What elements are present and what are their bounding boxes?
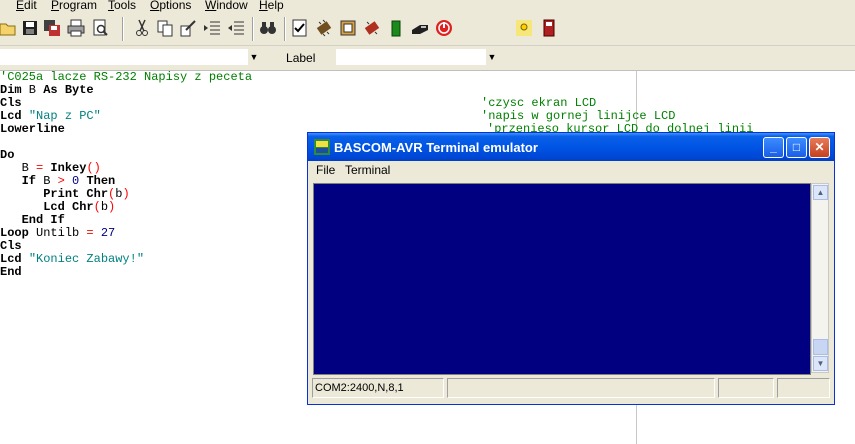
indent-icon — [204, 21, 220, 35]
copy-icon — [157, 20, 173, 37]
window-title: BASCOM-AVR Terminal emulator — [334, 140, 538, 155]
syntax-check-button[interactable] — [290, 18, 310, 38]
chevron-down-icon: ▼ — [816, 359, 825, 368]
label-toolbar: ▼ Label ▼ — [0, 46, 855, 71]
paste-brush-icon — [180, 20, 196, 37]
print-button[interactable] — [66, 18, 86, 38]
floppy-disk-icon — [23, 21, 37, 35]
bascom-app-icon — [314, 139, 330, 155]
paste-button[interactable] — [178, 18, 198, 38]
device-icon — [543, 19, 555, 37]
unindent-button[interactable] — [226, 18, 246, 38]
minimize-button[interactable]: _ — [763, 137, 784, 158]
status-panel — [777, 378, 830, 398]
cut-button[interactable] — [132, 18, 152, 38]
binoculars-icon — [260, 22, 276, 34]
terminal-output-area[interactable] — [313, 183, 811, 375]
connection-status: COM2:2400,N,8,1 — [312, 378, 444, 398]
terminal-emulator-window: BASCOM-AVR Terminal emulator _ □ ✕ File … — [307, 132, 835, 405]
terminal-menu-bar: File Terminal — [308, 161, 834, 179]
simulate-button[interactable] — [362, 18, 382, 38]
chevron-down-icon[interactable]: ▼ — [486, 50, 498, 64]
terminal-menu-terminal[interactable]: Terminal — [345, 163, 390, 177]
indent-button[interactable] — [202, 18, 222, 38]
menu-program[interactable]: Program — [51, 0, 97, 12]
compile-button[interactable] — [314, 18, 334, 38]
maximize-icon: □ — [792, 140, 801, 154]
menu-window[interactable]: Window — [205, 0, 248, 12]
chevron-down-icon[interactable]: ▼ — [248, 50, 260, 64]
printer-icon — [67, 19, 85, 37]
folder-open-icon — [0, 23, 16, 36]
scissors-icon — [136, 19, 148, 36]
vertical-scrollbar[interactable]: ▲ ▼ — [811, 183, 829, 373]
checklist-icon — [292, 19, 307, 37]
scroll-thumb[interactable] — [813, 339, 828, 355]
terminal-status-bar: COM2:2400,N,8,1 — [312, 378, 830, 398]
menu-options[interactable]: Options — [150, 0, 191, 12]
scroll-up-button[interactable]: ▲ — [813, 185, 828, 200]
unindent-icon — [228, 21, 244, 35]
save-all-button[interactable] — [42, 18, 62, 38]
copy-button[interactable] — [155, 18, 175, 38]
find-button[interactable] — [258, 18, 278, 38]
programmer-icon — [391, 20, 401, 37]
exit-button[interactable] — [434, 18, 454, 38]
print-preview-button[interactable] — [90, 18, 110, 38]
scroll-down-button[interactable]: ▼ — [813, 356, 828, 371]
close-button[interactable]: ✕ — [809, 137, 830, 158]
code-line: End — [0, 265, 22, 279]
toolbar — [0, 13, 855, 46]
report-icon — [340, 20, 356, 36]
program-chip-button[interactable] — [386, 18, 406, 38]
print-preview-icon — [93, 19, 108, 36]
terminal-menu-file[interactable]: File — [316, 163, 335, 177]
subroutine-combo[interactable] — [0, 49, 248, 65]
status-panel — [718, 378, 774, 398]
code-line: Lowerline — [0, 122, 65, 136]
simulator-chip-icon — [364, 21, 380, 35]
chevron-up-icon: ▲ — [816, 188, 825, 197]
save-all-icon — [44, 20, 60, 36]
label-combo[interactable] — [336, 49, 486, 65]
menu-bar: Edit Program Tools Options Window Help — [0, 0, 855, 13]
close-icon: ✕ — [814, 140, 825, 154]
toolbar-separator — [252, 17, 254, 41]
status-panel — [447, 378, 715, 398]
device-button[interactable] — [539, 18, 559, 38]
show-result-button[interactable] — [338, 18, 358, 38]
lightbulb-icon — [516, 20, 532, 36]
menu-edit[interactable]: Edit — [16, 0, 37, 12]
minimize-icon: _ — [770, 140, 777, 154]
toolbar-separator — [284, 17, 286, 41]
power-stop-icon — [436, 20, 452, 36]
menu-tools[interactable]: Tools — [108, 0, 136, 12]
label-caption: Label — [286, 51, 316, 65]
terminal-icon — [412, 25, 428, 34]
window-titlebar[interactable]: BASCOM-AVR Terminal emulator _ □ ✕ — [308, 133, 834, 161]
open-file-button[interactable] — [0, 18, 18, 38]
maximize-button[interactable]: □ — [786, 137, 807, 158]
chip-icon — [316, 19, 332, 37]
toolbar-separator — [122, 17, 124, 41]
tip-button[interactable] — [514, 18, 534, 38]
save-button[interactable] — [20, 18, 40, 38]
terminal-emulator-button[interactable] — [410, 18, 430, 38]
menu-help[interactable]: Help — [259, 0, 284, 12]
